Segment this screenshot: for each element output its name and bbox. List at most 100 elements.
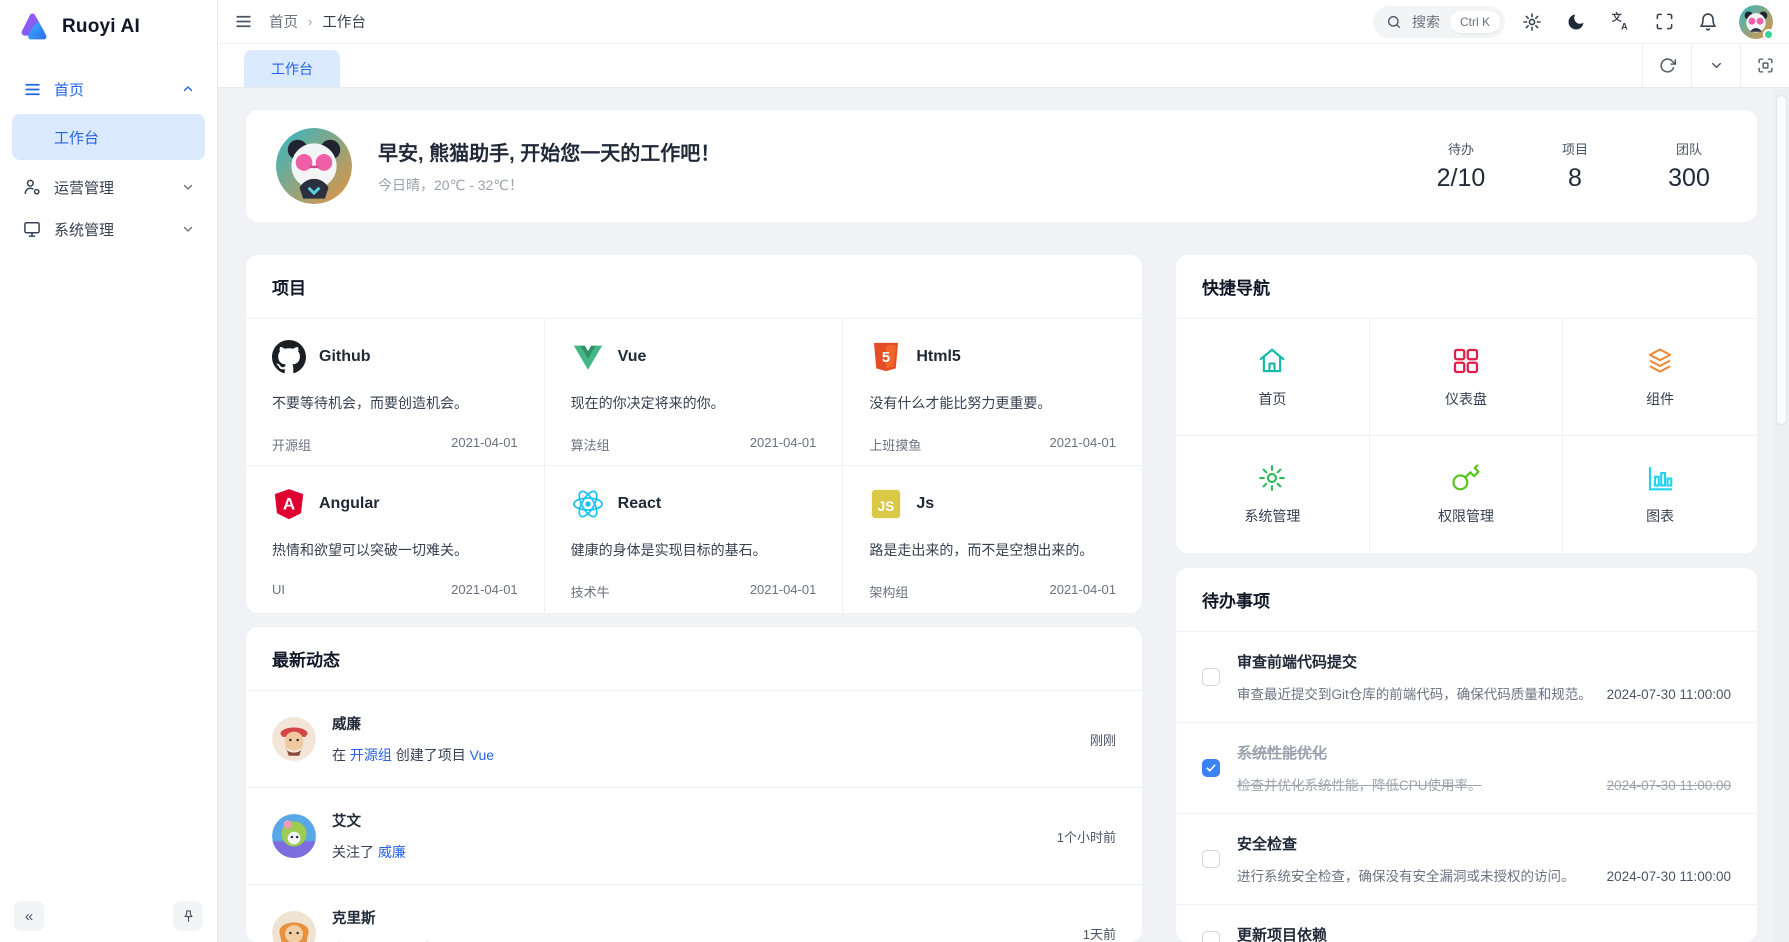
notifications-button[interactable] xyxy=(1691,5,1725,39)
project-item-angular[interactable]: A Angular 热情和欲望可以突破一切难关。 UI 2021-04-01 xyxy=(246,466,545,613)
fullscreen-icon xyxy=(1655,12,1674,31)
tab-workbench[interactable]: 工作台 xyxy=(244,50,340,87)
pin-icon xyxy=(181,909,196,924)
content-fullscreen-button[interactable] xyxy=(1740,44,1789,87)
quicknav-label: 组件 xyxy=(1646,389,1674,409)
project-item-github[interactable]: Github 不要等待机会，而要创造机会。 开源组 2021-04-01 xyxy=(246,319,545,466)
project-item-vue[interactable]: Vue 现在的你决定将来的你。 算法组 2021-04-01 xyxy=(545,319,844,466)
sidebar-item-label: 运营管理 xyxy=(54,177,114,198)
chevron-down-icon xyxy=(181,222,195,236)
welcome-stats: 待办 2/10 项目 8 团队 300 xyxy=(1435,139,1715,193)
fullscreen-button[interactable] xyxy=(1647,5,1681,39)
todo-title: 更新项目依赖 xyxy=(1237,924,1731,942)
project-date: 2021-04-01 xyxy=(750,582,817,601)
activity-text: 创建了项目 xyxy=(392,747,470,763)
language-button[interactable]: 文 A xyxy=(1603,5,1637,39)
home-icon xyxy=(1257,346,1287,376)
collapse-sidebar-button[interactable]: « xyxy=(14,901,44,931)
dashboard-grid-icon xyxy=(1451,346,1481,376)
todo-title: 审查前端代码提交 xyxy=(1237,651,1731,672)
todo-card: 待办事项 审查前端代码提交 审查最近提交到Git仓库的前端代码，确保代码质量和规… xyxy=(1176,568,1757,942)
quicknav-item-home[interactable]: 首页 xyxy=(1176,319,1370,436)
activity-user-name: 艾文 xyxy=(332,810,1041,831)
project-name: Vue xyxy=(618,348,647,366)
user-settings-icon xyxy=(22,177,42,197)
project-name: React xyxy=(618,495,662,513)
right-column: 快捷导航 首页 xyxy=(1176,255,1757,942)
quicknav-item-dashboard[interactable]: 仪表盘 xyxy=(1370,319,1564,436)
todo-checkbox[interactable] xyxy=(1202,668,1220,686)
project-group: 上班摸鱼 xyxy=(869,435,921,454)
chevron-down-icon xyxy=(1709,58,1724,73)
app-window: Ruoyi AI 首页 工作台 运营管理 xyxy=(0,0,1789,942)
quicknav-item-system[interactable]: 系统管理 xyxy=(1176,436,1370,553)
project-date: 2021-04-01 xyxy=(1049,435,1116,454)
svg-text:5: 5 xyxy=(882,350,890,366)
hamburger-menu-icon[interactable] xyxy=(234,12,253,31)
project-item-react[interactable]: React 健康的身体是实现目标的基石。 技术牛 2021-04-01 xyxy=(545,466,844,613)
react-icon xyxy=(571,487,605,521)
app-logo-icon xyxy=(18,10,52,44)
page-content: 早安, 熊猫助手, 开始您一天的工作吧！ 今日晴，20℃ - 32℃！ 待办 2… xyxy=(218,88,1789,942)
project-item-html5[interactable]: 5 Html5 没有什么才能比努力更重要。 上班摸鱼 2021-04-01 xyxy=(843,319,1142,466)
todo-checkbox[interactable] xyxy=(1202,931,1220,942)
quicknav-card: 快捷导航 首页 xyxy=(1176,255,1757,553)
quicknav-item-permission[interactable]: 权限管理 xyxy=(1370,436,1564,553)
svg-text:A: A xyxy=(1620,21,1627,31)
dark-mode-button[interactable] xyxy=(1559,5,1593,39)
breadcrumb: 首页 › 工作台 xyxy=(269,11,366,32)
key-icon xyxy=(1451,463,1481,493)
online-status-dot xyxy=(1763,29,1774,40)
project-name: Github xyxy=(319,348,371,366)
github-icon xyxy=(272,340,306,374)
stat-value: 8 xyxy=(1549,164,1601,193)
user-avatar[interactable] xyxy=(1739,5,1773,39)
project-group: 技术牛 xyxy=(571,582,610,601)
scrollbar-thumb[interactable] xyxy=(1776,95,1787,425)
todo-date: 2024-07-30 11:00:00 xyxy=(1607,778,1731,793)
activity-card: 最新动态 威廉 xyxy=(246,627,1142,942)
sidebar-item-workbench[interactable]: 工作台 xyxy=(12,114,205,160)
quicknav-label: 仪表盘 xyxy=(1445,389,1487,409)
todo-checkbox[interactable] xyxy=(1202,850,1220,868)
sidebar-footer: « xyxy=(0,890,217,942)
todo-item: 安全检查 进行系统安全检查，确保没有安全漏洞或未授权的访问。 2024-07-3… xyxy=(1176,813,1757,904)
vue-icon xyxy=(571,340,605,374)
projects-card-title: 项目 xyxy=(246,255,1142,319)
project-date: 2021-04-01 xyxy=(451,582,518,597)
settings-button[interactable] xyxy=(1515,5,1549,39)
activity-link-project[interactable]: Vue xyxy=(470,747,494,763)
monitor-icon xyxy=(22,219,42,239)
tab-menu-button[interactable] xyxy=(1691,44,1740,87)
svg-text:JS: JS xyxy=(878,499,894,514)
quicknav-item-chart[interactable]: 图表 xyxy=(1563,436,1757,553)
todo-checkbox-checked[interactable] xyxy=(1202,759,1220,777)
sidebar-menu: 首页 工作台 运营管理 系统管 xyxy=(0,54,217,890)
breadcrumb-home[interactable]: 首页 xyxy=(269,11,298,32)
sidebar-item-home[interactable]: 首页 xyxy=(12,68,205,110)
quicknav-grid: 首页 仪表盘 xyxy=(1176,319,1757,553)
search-input[interactable]: 搜索 Ctrl K xyxy=(1373,6,1505,38)
tab-bar: 工作台 xyxy=(218,44,1789,88)
sidebar-item-operations[interactable]: 运营管理 xyxy=(12,166,205,208)
projects-grid: Github 不要等待机会，而要创造机会。 开源组 2021-04-01 xyxy=(246,319,1142,613)
user-avatar-william xyxy=(272,717,316,761)
breadcrumb-separator: › xyxy=(308,14,312,29)
project-desc: 热情和欲望可以突破一切难关。 xyxy=(272,540,518,560)
activity-link-user[interactable]: 威廉 xyxy=(378,844,406,860)
sidebar-item-system[interactable]: 系统管理 xyxy=(12,208,205,250)
activity-link-group[interactable]: 开源组 xyxy=(350,747,392,763)
pin-sidebar-button[interactable] xyxy=(173,901,203,931)
quicknav-item-components[interactable]: 组件 xyxy=(1563,319,1757,436)
quicknav-card-title: 快捷导航 xyxy=(1176,255,1757,319)
breadcrumb-current: 工作台 xyxy=(322,11,366,32)
todo-title: 系统性能优化 xyxy=(1237,742,1731,763)
project-date: 2021-04-01 xyxy=(750,435,817,454)
project-item-js[interactable]: JS Js 路是走出来的，而不是空想出来的。 架构组 2021-04-01 xyxy=(843,466,1142,613)
stat-team: 团队 300 xyxy=(1663,139,1715,193)
quicknav-label: 图表 xyxy=(1646,506,1674,526)
todo-desc: 审查最近提交到Git仓库的前端代码，确保代码质量和规范。 xyxy=(1237,683,1592,703)
quicknav-label: 首页 xyxy=(1258,389,1286,409)
activity-item: 威廉 在 开源组 创建了项目 Vue 刚刚 xyxy=(246,691,1142,787)
refresh-tab-button[interactable] xyxy=(1642,44,1691,87)
